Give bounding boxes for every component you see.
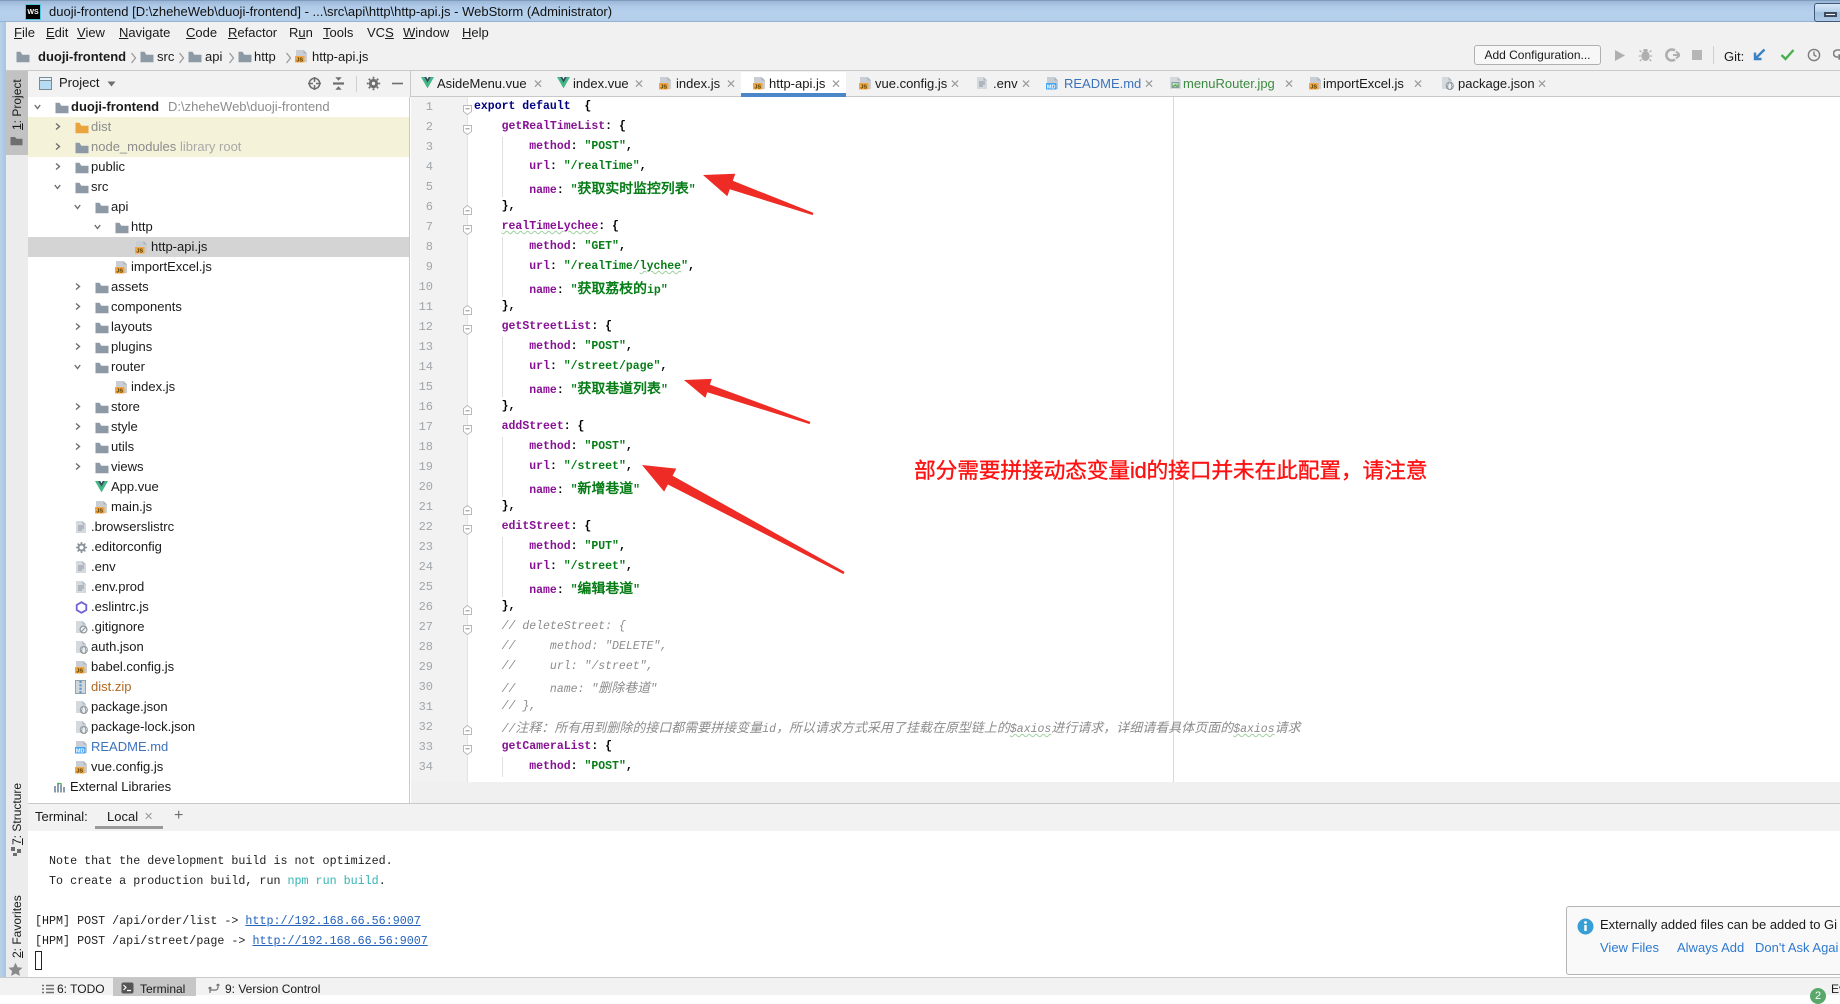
svg-text:JS: JS	[116, 388, 123, 394]
svg-text:JS: JS	[76, 668, 83, 674]
svg-text:{}: {}	[1446, 83, 1453, 90]
svg-text:{}: {}	[80, 707, 87, 714]
svg-text:MD: MD	[1047, 84, 1056, 90]
svg-text:JS: JS	[76, 768, 83, 774]
svg-text:JS: JS	[136, 248, 143, 254]
svg-text:JS: JS	[754, 84, 761, 90]
svg-text:JS: JS	[296, 57, 303, 63]
svg-text:JS: JS	[116, 268, 123, 274]
svg-text:JS: JS	[96, 508, 103, 514]
svg-text:MD: MD	[76, 748, 85, 754]
svg-text:{}: {}	[80, 647, 87, 654]
svg-text:JS: JS	[860, 84, 867, 90]
svg-text:{}: {}	[80, 727, 87, 734]
svg-text:JS: JS	[1310, 84, 1317, 90]
svg-text:JS: JS	[660, 84, 667, 90]
